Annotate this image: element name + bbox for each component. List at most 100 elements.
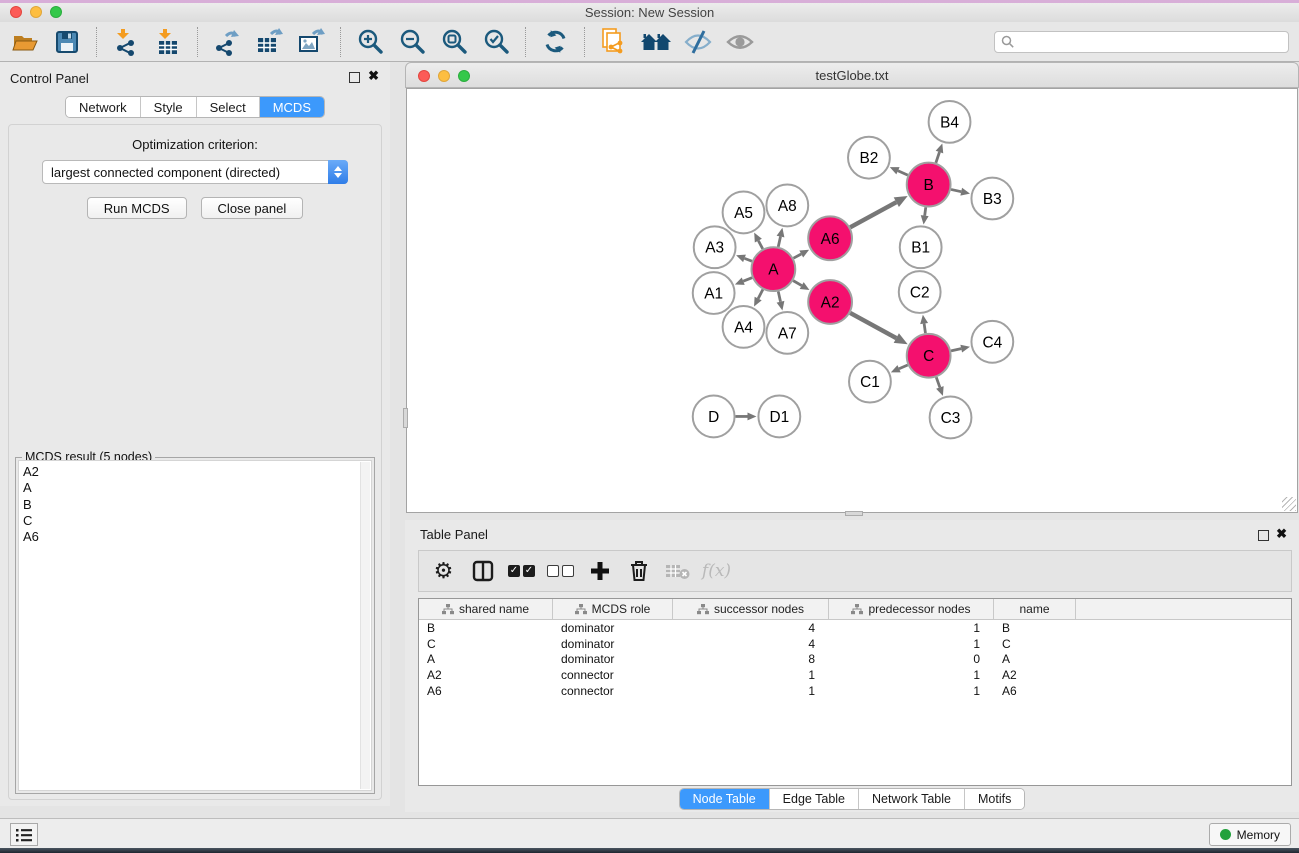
graph-edge-C-C1[interactable]	[899, 365, 908, 369]
tab-edge-table[interactable]: Edge Table	[769, 789, 858, 809]
tab-select[interactable]: Select	[196, 97, 259, 117]
graph-edge-A-A1[interactable]	[743, 278, 752, 282]
graph-node-label: B3	[983, 191, 1002, 208]
column-header-name[interactable]: name	[994, 599, 1076, 619]
column-header-MCDS-role[interactable]: MCDS role	[553, 599, 673, 619]
mcds-result-list[interactable]: A2ABCA6	[18, 460, 372, 791]
export-image-icon[interactable]	[290, 24, 332, 60]
table-cell: connector	[553, 684, 673, 698]
deselect-all-icon[interactable]	[544, 555, 577, 587]
table-header-row: shared nameMCDS rolesuccessor nodesprede…	[419, 599, 1291, 620]
graph-edge-A6-B[interactable]	[850, 202, 896, 227]
mcds-result-item[interactable]: C	[23, 513, 371, 529]
add-row-icon[interactable]	[583, 555, 616, 587]
float-panel-icon[interactable]	[349, 72, 360, 83]
zoom-in-icon[interactable]	[349, 24, 391, 60]
table-panel: Table Panel ✖ ⚙ ✓✓ f(x) shared nameMCDS …	[405, 520, 1299, 812]
search-area	[994, 31, 1289, 53]
close-panel-button[interactable]: Close panel	[201, 197, 304, 219]
graph-edge-A-A2[interactable]	[793, 281, 801, 286]
import-network-file-icon[interactable]	[105, 24, 147, 60]
table-row[interactable]: Bdominator41B	[419, 620, 1291, 636]
select-all-icon[interactable]: ✓✓	[505, 555, 538, 587]
memory-button[interactable]: Memory	[1209, 823, 1291, 846]
resize-grip-icon[interactable]	[1282, 497, 1296, 511]
delete-rows-icon[interactable]	[622, 555, 655, 587]
graph-edge-A2-C[interactable]	[850, 313, 896, 338]
table-cell: 1	[829, 684, 994, 698]
toolbar-separator	[340, 27, 341, 57]
graph-edge-A-A8[interactable]	[778, 237, 780, 247]
settings-gear-icon[interactable]: ⚙	[427, 555, 460, 587]
graph-edge-B-B2[interactable]	[898, 171, 908, 175]
tab-node-table[interactable]: Node Table	[680, 789, 769, 809]
graph-edge-arrowhead	[777, 301, 785, 311]
graph-edge-C-C3[interactable]	[936, 377, 940, 387]
mcds-result-item[interactable]: A6	[23, 529, 371, 545]
optimization-criterion-select[interactable]: largest connected component (directed)	[42, 160, 348, 184]
graph-edge-B-B4[interactable]	[936, 152, 940, 163]
float-panel-icon[interactable]	[1258, 530, 1269, 541]
mcds-result-item[interactable]: A2	[23, 464, 371, 480]
zoom-selected-icon[interactable]	[475, 24, 517, 60]
splitter-handle[interactable]	[403, 408, 408, 428]
export-table-icon[interactable]	[248, 24, 290, 60]
search-input[interactable]	[994, 31, 1289, 53]
hide-eye-icon[interactable]	[677, 24, 719, 60]
close-panel-icon[interactable]: ✖	[1276, 527, 1287, 541]
graph-edge-arrowhead	[936, 386, 944, 396]
import-table-file-icon[interactable]	[147, 24, 189, 60]
tab-network[interactable]: Network	[66, 97, 140, 117]
graph-edge-A-A4[interactable]	[758, 289, 763, 298]
refresh-group	[530, 22, 580, 61]
network-canvas[interactable]: AA1A3A5A8A4A7A6A2BB2B4B3B1CC2C1C4C3DD1	[406, 88, 1298, 513]
mcds-result-item[interactable]: B	[23, 497, 371, 513]
run-mcds-button[interactable]: Run MCDS	[87, 197, 187, 219]
table-row[interactable]: Adominator80A	[419, 652, 1291, 668]
column-header-filler	[1076, 599, 1291, 619]
graph-edge-A-A5[interactable]	[758, 241, 762, 249]
graph-node-label: A5	[734, 205, 753, 222]
graph-node-label: B	[923, 177, 933, 194]
mcds-panel: Optimization criterion: largest connecte…	[8, 124, 382, 800]
graph-edge-A-A3[interactable]	[744, 258, 751, 261]
home-view-icon[interactable]	[635, 24, 677, 60]
table-cell: 4	[673, 637, 829, 651]
zoom-fit-icon[interactable]	[433, 24, 475, 60]
graph-edge-A-A7[interactable]	[778, 292, 780, 302]
close-panel-icon[interactable]: ✖	[368, 69, 379, 83]
table-row[interactable]: A6connector11A6	[419, 683, 1291, 699]
refresh-view-icon[interactable]	[534, 24, 576, 60]
table-row[interactable]: Cdominator41C	[419, 636, 1291, 652]
graph-edge-arrowhead	[960, 345, 970, 353]
show-eye-icon[interactable]	[719, 24, 761, 60]
graph-edge-B-B3[interactable]	[951, 189, 961, 191]
graph-node-label: C2	[910, 285, 930, 302]
network-from-document-icon[interactable]	[593, 24, 635, 60]
export-network-icon[interactable]	[206, 24, 248, 60]
function-builder-icon: f(x)	[700, 555, 733, 587]
graph-edge-C-C4[interactable]	[951, 349, 961, 351]
splitter-handle[interactable]	[845, 511, 863, 516]
graph-edge-A-A6[interactable]	[793, 254, 801, 258]
table-row[interactable]: A2connector11A2	[419, 667, 1291, 683]
tab-style[interactable]: Style	[140, 97, 196, 117]
tab-motifs[interactable]: Motifs	[964, 789, 1024, 809]
column-header-shared-name[interactable]: shared name	[419, 599, 553, 619]
column-selector-icon[interactable]	[466, 555, 499, 587]
column-header-predecessor-nodes[interactable]: predecessor nodes	[829, 599, 994, 619]
tab-mcds[interactable]: MCDS	[259, 97, 324, 117]
scrollbar[interactable]	[360, 462, 370, 789]
zoom-out-icon[interactable]	[391, 24, 433, 60]
toolbar-separator	[197, 27, 198, 57]
node-table: shared nameMCDS rolesuccessor nodesprede…	[418, 598, 1292, 786]
mcds-result-item[interactable]: A	[23, 480, 371, 496]
tab-network-table[interactable]: Network Table	[858, 789, 964, 809]
open-file-icon[interactable]	[4, 24, 46, 60]
graph-edge-C-C2[interactable]	[924, 324, 925, 333]
save-session-icon[interactable]	[46, 24, 88, 60]
task-history-button[interactable]	[10, 823, 38, 846]
column-header-successor-nodes[interactable]: successor nodes	[673, 599, 829, 619]
table-panel-title: Table Panel	[420, 527, 488, 542]
graph-edge-B-B1[interactable]	[925, 207, 926, 215]
